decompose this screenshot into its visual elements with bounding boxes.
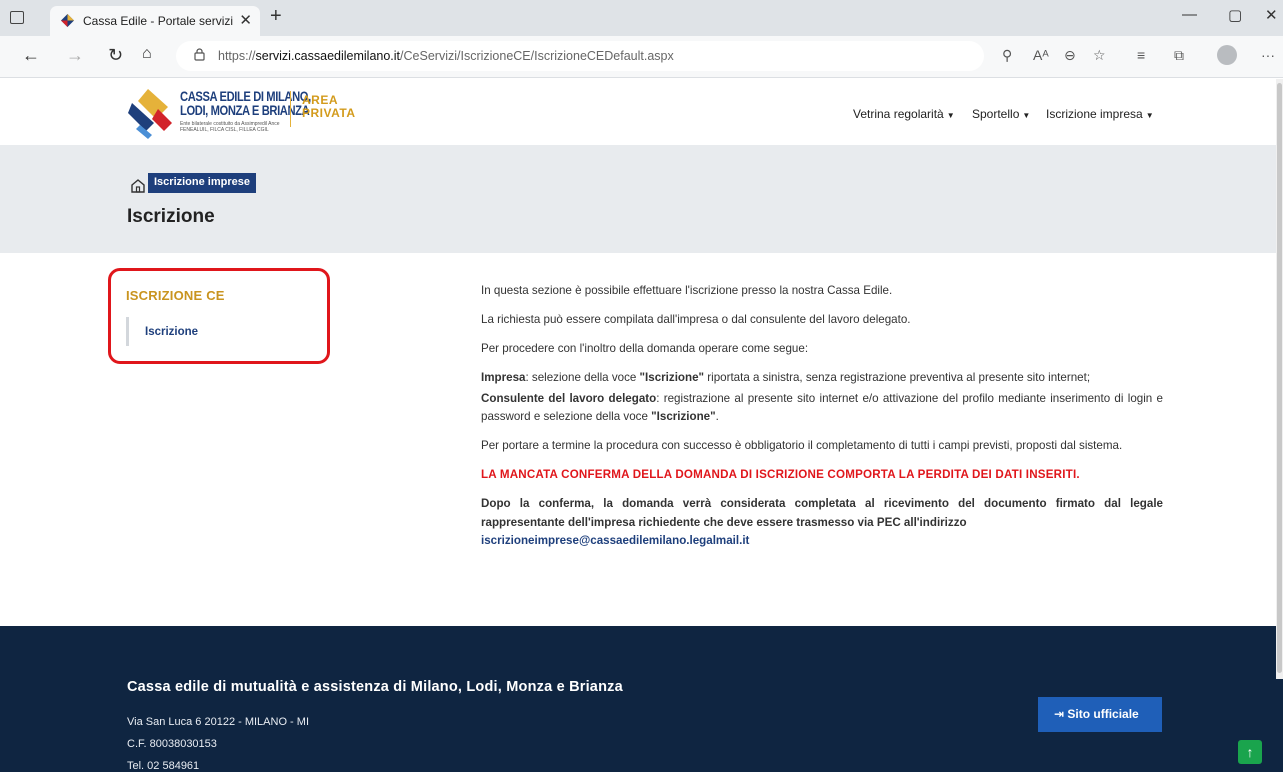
final-text: Dopo la conferma, la domanda verrà consi… <box>481 497 1163 529</box>
url-prefix: https:// <box>218 49 256 63</box>
site-logo[interactable]: CASSA EDILE DI MILANO, LODI, MONZA E BRI… <box>128 83 508 145</box>
minimize-icon[interactable]: — <box>1182 6 1197 23</box>
site-footer: Cassa edile di mutualità e assistenza di… <box>0 626 1283 772</box>
arrow-up-icon: ↑ <box>1246 744 1254 760</box>
main-content: In questa sezione è possibile effettuare… <box>481 282 1163 551</box>
breadcrumb-home-icon[interactable] <box>128 176 148 196</box>
tab-title: Cassa Edile - Portale servizi <box>83 14 234 28</box>
impresa-text: : selezione della voce <box>525 371 640 384</box>
consulente-text-end: . <box>715 410 719 423</box>
procedure-paragraph: Per procedere con l'inoltro della domand… <box>481 342 809 355</box>
consulente-paragraph: Consulente del lavoro delegato: registra… <box>481 390 1163 427</box>
consulente-label: Consulente del lavoro delegato <box>481 391 657 405</box>
official-site-label: Sito ufficiale <box>1067 707 1139 721</box>
read-aloud-icon[interactable]: Aᴬ <box>1033 47 1049 63</box>
nav-iscrizione-impresa[interactable]: Iscrizione impresa ▼ <box>1046 107 1154 121</box>
browser-tab-bar: Cassa Edile - Portale servizi ✕ + — ▢ ✕ <box>0 0 1283 36</box>
forward-icon[interactable]: → <box>66 45 84 66</box>
page-hero: Iscrizione imprese Iscrizione <box>0 145 1283 253</box>
scroll-top-button[interactable]: ↑ <box>1238 740 1262 764</box>
profile-avatar[interactable] <box>1217 45 1237 65</box>
url-path: /CeServizi/IscrizioneCE/IscrizioneCEDefa… <box>400 49 674 63</box>
impresa-paragraph: Impresa: selezione della voce "Iscrizion… <box>481 369 1163 388</box>
site-favicon-icon <box>61 14 74 27</box>
more-menu-icon[interactable]: ··· <box>1261 47 1275 63</box>
area-line-2: PRIVATA <box>302 106 356 120</box>
tab-actions-icon[interactable] <box>10 11 24 24</box>
warning-text: LA MANCATA CONFERMA DELLA DOMANDA DI ISC… <box>481 468 1080 481</box>
consulente-voce: "Iscrizione" <box>651 410 716 423</box>
password-icon[interactable]: ⚲ <box>1002 47 1012 64</box>
site-header: CASSA EDILE DI MILANO, LODI, MONZA E BRI… <box>0 79 1283 145</box>
scrollbar-thumb[interactable] <box>1277 83 1282 673</box>
logo-line-2: LODI, MONZA E BRIANZA <box>180 102 310 118</box>
collections-icon[interactable]: ⧉ <box>1174 47 1184 64</box>
chevron-down-icon: ▼ <box>946 111 955 120</box>
lock-icon[interactable] <box>194 48 205 61</box>
impresa-text-end: riportata a sinistra, senza registrazion… <box>704 371 1091 384</box>
url-text: https://servizi.cassaedilemilano.it/CeSe… <box>218 49 674 63</box>
logo-divider <box>290 91 291 127</box>
external-link-icon: ⇥ <box>1054 707 1068 721</box>
footer-title: Cassa edile di mutualità e assistenza di… <box>127 679 623 695</box>
impresa-voce: "Iscrizione" <box>639 371 705 384</box>
browser-tab[interactable]: Cassa Edile - Portale servizi ✕ <box>50 6 260 36</box>
new-tab-button[interactable]: + <box>270 5 282 28</box>
pec-email-link[interactable]: iscrizioneimprese@cassaedilemilano.legal… <box>481 534 749 547</box>
back-icon[interactable]: ← <box>22 45 40 66</box>
window-close-icon[interactable]: ✕ <box>1265 6 1278 24</box>
official-site-button[interactable]: ⇥ Sito ufficiale <box>1038 697 1162 732</box>
impresa-label: Impresa <box>481 371 526 384</box>
page-scrollbar[interactable] <box>1276 79 1283 679</box>
chevron-down-icon: ▼ <box>1022 111 1031 120</box>
logo-line-1: CASSA EDILE DI MILANO, <box>180 88 311 104</box>
address-toolbar: ← → ↻ ⌂ https://servizi.cassaedilemilano… <box>0 36 1283 78</box>
logo-line-3b: FENEALUIL, FILCA CISL, FILLEA CGIL <box>180 127 269 133</box>
nav-vetrina-regolarita[interactable]: Vetrina regolarità ▼ <box>853 107 955 121</box>
sidebar-highlight-box <box>108 268 330 364</box>
zoom-icon[interactable]: ⊖ <box>1064 47 1076 64</box>
favorites-list-icon[interactable]: ≡ <box>1137 47 1145 63</box>
cassa-edile-logo-icon <box>128 89 172 139</box>
home-icon[interactable]: ⌂ <box>142 45 152 63</box>
footer-address: Via San Luca 6 20122 - MILANO - MI <box>127 716 309 728</box>
nav-label: Vetrina regolarità <box>853 107 944 121</box>
nav-label: Iscrizione impresa <box>1046 107 1143 121</box>
url-domain: servizi.cassaedilemilano.it <box>255 49 401 63</box>
tab-close-icon[interactable]: ✕ <box>239 11 252 29</box>
page-title: Iscrizione <box>127 206 215 227</box>
address-bar[interactable]: https://servizi.cassaedilemilano.it/CeSe… <box>176 41 984 71</box>
required-fields-paragraph: Per portare a termine la procedura con s… <box>481 439 1123 452</box>
final-paragraph: Dopo la conferma, la domanda verrà consi… <box>481 495 1163 551</box>
nav-label: Sportello <box>972 107 1020 121</box>
chevron-down-icon: ▼ <box>1145 111 1154 120</box>
request-paragraph: La richiesta può essere compilata dall'i… <box>481 313 911 326</box>
area-privata-label: AREA PRIVATA <box>302 94 356 120</box>
sidebar-title: ISCRIZIONE CE <box>126 288 225 303</box>
intro-paragraph: In questa sezione è possibile effettuare… <box>481 284 893 297</box>
sidebar-item-iscrizione[interactable]: Iscrizione <box>126 317 198 346</box>
footer-tel: Tel. 02 584961 <box>127 760 200 772</box>
footer-cf: C.F. 80038030153 <box>127 738 217 750</box>
restore-icon[interactable]: ▢ <box>1228 6 1242 24</box>
nav-sportello[interactable]: Sportello ▼ <box>972 107 1030 121</box>
breadcrumb-current[interactable]: Iscrizione imprese <box>148 173 256 193</box>
refresh-icon[interactable]: ↻ <box>108 45 123 66</box>
favorite-star-icon[interactable]: ☆ <box>1093 47 1106 64</box>
